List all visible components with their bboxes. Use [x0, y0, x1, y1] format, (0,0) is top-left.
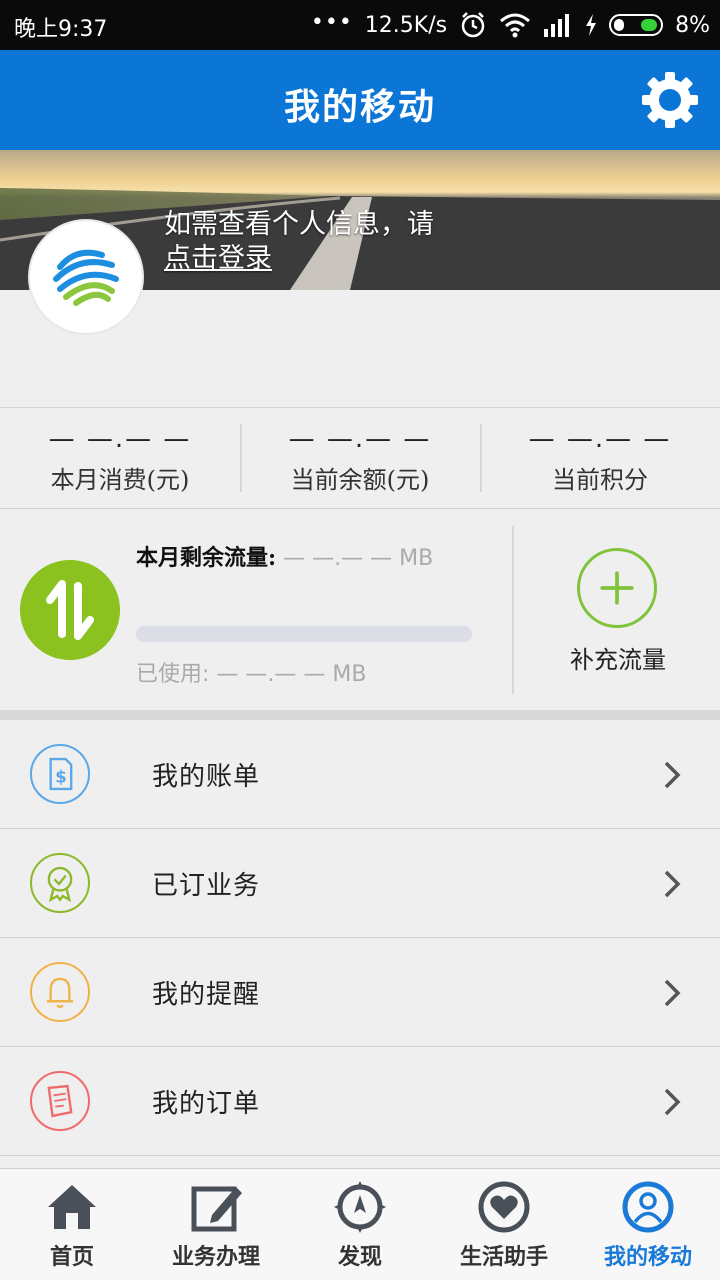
account-stats: — —.— — 本月消费(元) — —.— — 当前余额(元) — —.— — … [0, 407, 720, 509]
nav-label: 首页 [49, 1244, 94, 1270]
page-title: 我的移动 [283, 86, 436, 128]
nav-label: 发现 [337, 1244, 382, 1270]
nav-item-services[interactable]: 业务办理 [144, 1169, 288, 1280]
menu-item-label: 我的订单 [152, 1089, 261, 1119]
chevron-right-icon [664, 979, 681, 1007]
menu-item-label: 我的提醒 [152, 980, 261, 1010]
edit-icon [191, 1186, 242, 1232]
app-bar: 我的移动 [0, 50, 720, 150]
nav-label: 业务办理 [171, 1244, 260, 1270]
used-data-label: 已使用: [136, 662, 210, 687]
menu-item-label: 我的账单 [152, 762, 261, 792]
nav-item-my-mobile[interactable]: 我的移动 [576, 1169, 720, 1280]
nav-item-discover[interactable]: 发现 [288, 1169, 432, 1280]
battery-icon [609, 14, 664, 36]
stat-value: — —.— — [48, 424, 192, 454]
svg-text:$: $ [55, 766, 67, 786]
gear-icon[interactable] [638, 68, 702, 132]
login-link[interactable]: 点击登录 [164, 242, 434, 276]
chevron-right-icon [664, 870, 681, 898]
stat-monthly-spend[interactable]: — —.— — 本月消费(元) [0, 408, 240, 508]
charging-icon [586, 14, 597, 36]
menu-item-bill[interactable]: $ 我的账单 [0, 720, 720, 829]
signal-icon [544, 14, 570, 37]
china-mobile-logo [53, 249, 119, 306]
network-speed: 12.5K/s [364, 12, 448, 38]
status-time: 晚上9:37 [14, 17, 108, 42]
heart-icon [478, 1181, 530, 1233]
nav-label: 生活助手 [459, 1244, 548, 1270]
stat-value: — —.— — [288, 424, 432, 454]
stat-label: 当前余额(元) [290, 466, 430, 494]
remaining-data-value: — —.— — MB [276, 546, 434, 571]
nav-item-life-assistant[interactable]: 生活助手 [432, 1169, 576, 1280]
used-data: 已使用: — —.— — MB [136, 656, 366, 688]
stat-value: — —.— — [528, 424, 672, 454]
battery-percent: 8% [675, 12, 710, 38]
data-transfer-icon [20, 560, 120, 660]
stat-points[interactable]: — —.— — 当前积分 [480, 408, 720, 508]
section-divider [0, 710, 720, 720]
divider [512, 526, 514, 694]
notification-dots: ••• [310, 9, 353, 35]
nav-item-home[interactable]: 首页 [0, 1169, 144, 1280]
status-right: ••• 12.5K/s 8% [310, 9, 710, 39]
nav-label: 我的移动 [603, 1244, 692, 1270]
chevron-right-icon [664, 1088, 681, 1116]
home-icon [48, 1185, 96, 1229]
badge-icon [30, 853, 90, 913]
used-data-value: — —.— — MB [209, 662, 367, 687]
bill-icon: $ [30, 744, 90, 804]
menu-item-reminders[interactable]: 我的提醒 [0, 938, 720, 1047]
avatar[interactable] [30, 221, 142, 333]
wifi-icon [500, 13, 531, 38]
login-hint-text: 如需查看个人信息，请 [164, 209, 434, 240]
bottom-nav: 首页 业务办理 发现 生活助手 我的移动 [0, 1168, 720, 1280]
login-hint: 如需查看个人信息，请 点击登录 [164, 208, 434, 276]
order-icon [30, 1071, 90, 1131]
stat-label: 本月消费(元) [50, 466, 190, 494]
remaining-data: 本月剩余流量: — —.— — MB [136, 540, 433, 572]
menu-item-orders[interactable]: 我的订单 [0, 1047, 720, 1156]
stat-label: 当前积分 [552, 466, 648, 494]
bell-icon [30, 962, 90, 1022]
compass-icon [334, 1181, 386, 1233]
stat-balance[interactable]: — —.— — 当前余额(元) [240, 408, 480, 508]
add-data-button[interactable] [577, 548, 657, 628]
data-usage-progress [136, 626, 472, 642]
menu-item-label: 已订业务 [152, 871, 261, 901]
add-data-label[interactable]: 补充流量 [548, 640, 688, 675]
status-bar: 晚上9:37 ••• 12.5K/s 8% [0, 0, 720, 50]
menu-list: $ 我的账单 已订业务 我的提醒 我的订单 [0, 720, 720, 1156]
user-icon [622, 1181, 674, 1233]
alarm-icon [461, 12, 485, 38]
menu-item-subscriptions[interactable]: 已订业务 [0, 829, 720, 938]
chevron-right-icon [664, 761, 681, 789]
remaining-data-label: 本月剩余流量: [136, 545, 277, 571]
data-usage-section: 本月剩余流量: — —.— — MB 已使用: — —.— — MB 补充流量 [0, 510, 720, 710]
